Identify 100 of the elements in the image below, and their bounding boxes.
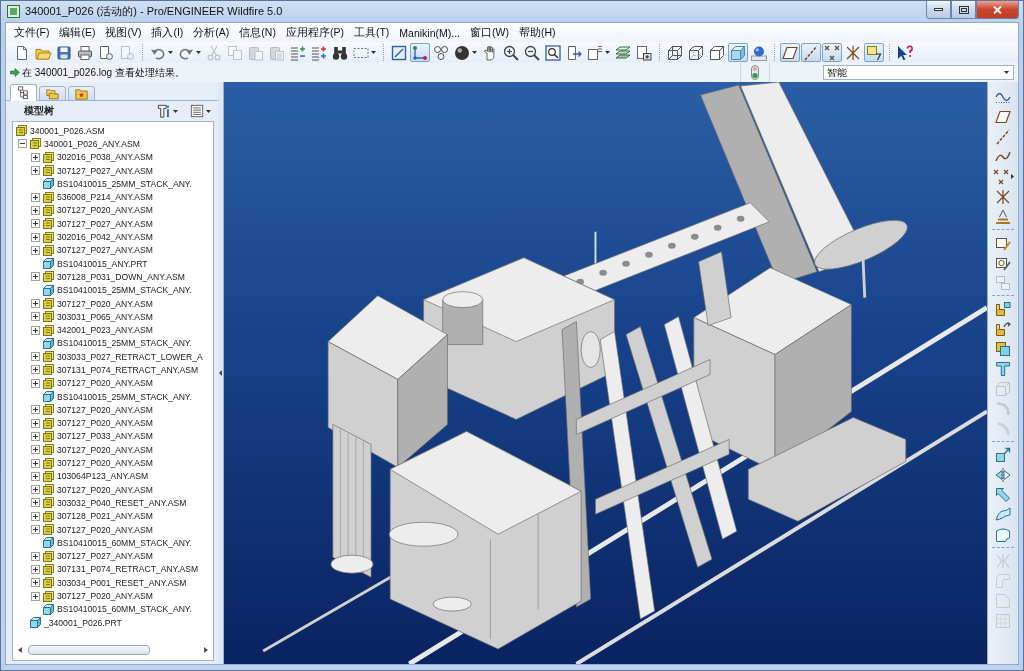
tool-button[interactable] [686, 43, 706, 62]
tool-button[interactable] [895, 43, 915, 62]
expand-icon[interactable] [31, 325, 40, 335]
tree-item[interactable]: 536008_P214_ANY.ASM [56, 192, 153, 203]
tree-item[interactable]: 302016_P038_ANY.ASM [56, 152, 153, 163]
tool-button[interactable] [452, 43, 479, 62]
tree-item[interactable]: 307127_P020_ANY.ASM [56, 378, 153, 389]
tool-button[interactable] [389, 43, 409, 62]
expand-icon[interactable] [31, 312, 40, 322]
expand-icon[interactable] [31, 352, 40, 362]
expand-icon[interactable] [31, 431, 40, 441]
tree-item[interactable]: 307127_P020_ANY.ASM [56, 484, 153, 495]
tool-button[interactable] [822, 43, 842, 62]
tree-item[interactable]: _340001_P026.PRT [43, 617, 122, 628]
tree-item[interactable]: BS10410015_60MM_STACK_ANY. [56, 604, 192, 615]
tree-item[interactable]: 302016_P042_ANY.ASM [56, 232, 153, 242]
tree-item[interactable]: 307128_P021_ANY.ASM [56, 511, 153, 522]
tree-item[interactable]: 307127_P020_ANY.ASM [56, 591, 153, 602]
expand-icon[interactable] [31, 591, 40, 601]
expand-icon[interactable] [31, 166, 40, 176]
expand-icon[interactable] [31, 578, 40, 588]
tool-button[interactable] [864, 43, 884, 62]
tool-button[interactable] [634, 43, 654, 62]
expand-icon[interactable] [31, 232, 40, 242]
expand-icon[interactable] [31, 445, 40, 455]
expand-icon[interactable] [31, 405, 40, 415]
tool-button[interactable] [585, 43, 612, 62]
tree-item[interactable]: 307127_P020_ANY.ASM [56, 205, 153, 216]
tree-item[interactable]: 340001_P026_ANY.ASM [43, 138, 140, 149]
expand-icon[interactable] [31, 551, 40, 561]
tool-button[interactable] [75, 43, 95, 62]
tree-item[interactable]: 342001_P023_ANY.ASM [56, 325, 153, 336]
panel-tab[interactable] [68, 86, 95, 101]
tree-item[interactable]: 307127_P020_ANY.ASM [56, 524, 153, 535]
tree-item[interactable]: 307127_P027_ANY.ASM [56, 245, 153, 256]
tree-item[interactable]: BS10410015_25MM_STACK_ANY. [56, 338, 192, 349]
tree-item[interactable]: BS10410015_25MM_STACK_ANY. [56, 391, 192, 402]
menu-item[interactable]: 插入(I) [146, 23, 189, 42]
tool-button[interactable] [522, 43, 542, 62]
menu-item[interactable]: 窗口(W) [465, 23, 514, 42]
tree-item[interactable]: 303033_P027_RETRACT_LOWER_A [56, 351, 203, 362]
expand-icon[interactable] [31, 378, 40, 388]
expand-icon[interactable] [31, 418, 40, 428]
tool-button[interactable] [665, 43, 685, 62]
expand-icon[interactable] [31, 205, 40, 215]
close-button[interactable] [976, 1, 1019, 19]
panel-tab[interactable] [10, 84, 37, 101]
tree-item[interactable]: 307127_P020_ANY.ASM [56, 404, 153, 415]
expand-icon[interactable] [31, 272, 40, 282]
tree-item[interactable]: 307127_P020_ANY.ASM [56, 444, 153, 455]
menu-item[interactable]: 编辑(E) [54, 23, 101, 42]
expand-icon[interactable] [31, 525, 40, 535]
tree-item[interactable]: BS10410015_25MM_STACK_ANY. [56, 285, 192, 296]
filter-dropdown[interactable]: 智能 [823, 65, 1014, 80]
expand-icon[interactable] [31, 564, 40, 574]
expand-icon[interactable] [31, 458, 40, 468]
menu-item[interactable]: 视图(V) [100, 23, 147, 42]
menu-item[interactable]: 工具(T) [348, 23, 395, 42]
expand-icon[interactable] [31, 299, 40, 308]
tool-button[interactable] [993, 299, 1013, 318]
tool-button[interactable] [993, 525, 1013, 544]
tree-item[interactable]: 307127_P027_ANY.ASM [56, 551, 153, 562]
tree-item[interactable]: BS10410015_ANY.PRT [56, 258, 148, 269]
tree-item[interactable]: 307131_P074_RETRACT_ANY.ASM [56, 365, 199, 375]
menu-item[interactable]: Manikin(M)... [394, 23, 466, 42]
expand-icon[interactable] [31, 485, 40, 495]
tree-item[interactable]: 307127_P033_ANY.ASM [56, 431, 153, 442]
tree-item[interactable]: 340001_P026.ASM [29, 125, 105, 136]
tree-item[interactable]: 307127_P027_ANY.ASM [56, 218, 153, 229]
tree-item[interactable]: BS10410015_25MM_STACK_ANY. [56, 178, 192, 189]
collapse-icon[interactable] [18, 139, 27, 149]
tree-item[interactable]: 307127_P020_ANY.ASM [56, 458, 153, 469]
panel-tab[interactable] [39, 86, 66, 101]
tree-item[interactable]: BS10410015_60MM_STACK_ANY. [56, 537, 192, 548]
minimize-button[interactable] [926, 1, 951, 19]
tree-item[interactable]: 307127_P020_ANY.ASM [56, 418, 153, 429]
maximize-button[interactable] [951, 1, 976, 19]
tool-button[interactable] [707, 43, 727, 62]
expand-icon[interactable] [31, 365, 40, 375]
tool-button[interactable] [54, 43, 74, 62]
scrollbar-thumb[interactable] [28, 644, 150, 655]
tree-item[interactable]: 103064P123_ANY.ASM [56, 471, 149, 482]
tree-item[interactable]: 307128_P031_DOWN_ANY.ASM [56, 271, 185, 282]
tool-button[interactable] [993, 319, 1013, 338]
tree-item[interactable]: 303032_P040_RESET_ANY.ASM [56, 497, 187, 508]
tree-item[interactable]: 303034_P001_RESET_ANY.ASM [56, 577, 187, 588]
tree-item[interactable]: 303031_P065_ANY.ASM [56, 311, 153, 322]
collapse-arrow-icon[interactable] [219, 370, 222, 376]
scroll-right-icon[interactable] [204, 646, 208, 653]
menu-item[interactable]: 分析(A) [188, 23, 235, 42]
menu-item[interactable]: 信息(N) [234, 23, 281, 42]
expand-icon[interactable] [31, 471, 40, 481]
menu-item[interactable]: 文件(F) [9, 23, 55, 42]
tree-item[interactable]: 307127_P020_ANY.ASM [56, 298, 153, 309]
tool-button[interactable] [780, 43, 800, 62]
tool-button[interactable] [993, 339, 1013, 358]
tool-button[interactable] [501, 43, 521, 62]
tree-item[interactable]: 307127_P027_ANY.ASM [56, 165, 153, 176]
expand-icon[interactable] [31, 498, 40, 508]
expand-icon[interactable] [31, 152, 40, 162]
